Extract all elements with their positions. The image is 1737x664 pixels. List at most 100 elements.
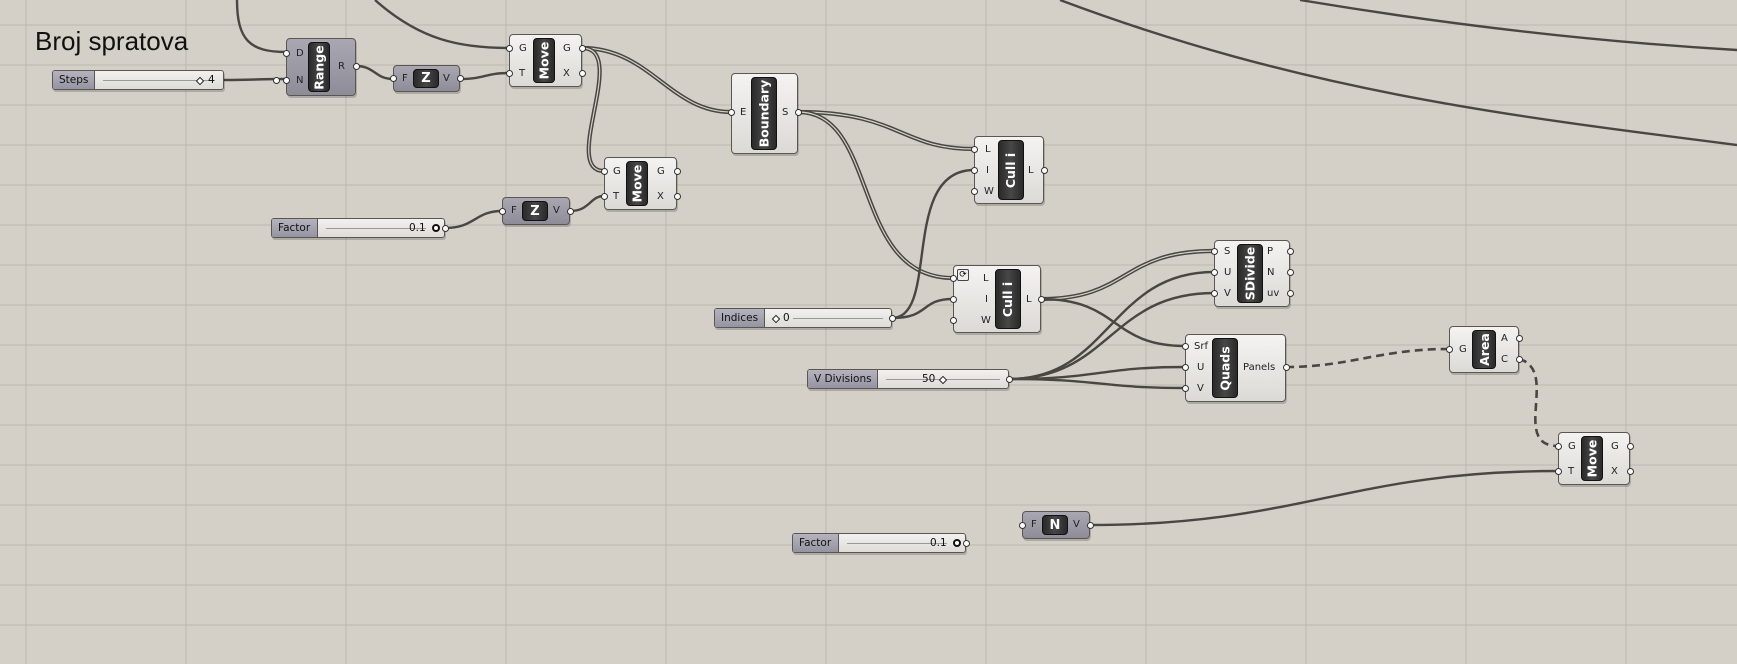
input-grip[interactable]	[283, 77, 290, 84]
component-core: Move	[1581, 436, 1603, 481]
output-grip[interactable]	[1038, 296, 1045, 303]
input-t: T	[1568, 466, 1575, 477]
output-grip[interactable]	[674, 168, 681, 175]
input-v: V	[1197, 383, 1204, 394]
input-u: U	[1197, 362, 1205, 373]
output-grip[interactable]	[1041, 167, 1048, 174]
output-grip[interactable]	[1516, 356, 1523, 363]
output-g: G	[657, 166, 665, 177]
output-grip[interactable]	[1087, 522, 1094, 529]
output-grip[interactable]	[579, 45, 586, 52]
input-e: E	[740, 107, 747, 118]
input-l: L	[985, 144, 991, 155]
output-grip[interactable]	[457, 75, 464, 82]
input-grip[interactable]	[971, 188, 978, 195]
input-grip[interactable]	[1555, 468, 1562, 475]
output-grip[interactable]	[1287, 269, 1294, 276]
unit-z-component-2[interactable]: F Z V	[499, 197, 574, 225]
output-grip[interactable]	[1516, 335, 1523, 342]
input-grip[interactable]	[728, 109, 735, 116]
output-v: V	[443, 73, 450, 84]
output-x: X	[563, 68, 570, 79]
output-grip[interactable]	[567, 208, 574, 215]
steps-slider[interactable]: Steps 4	[52, 70, 280, 90]
input-grip[interactable]	[950, 317, 957, 324]
input-grip[interactable]	[506, 70, 513, 77]
output-c: C	[1501, 354, 1508, 365]
input-grip[interactable]	[1211, 248, 1218, 255]
move-component-1[interactable]: G T Move G X	[506, 34, 586, 87]
input-grip[interactable]	[499, 208, 506, 215]
output-v: V	[1073, 519, 1080, 530]
output-g: G	[563, 43, 571, 54]
input-grip[interactable]	[950, 296, 957, 303]
input-f: F	[402, 73, 408, 84]
input-grip[interactable]	[1211, 290, 1218, 297]
indices-slider[interactable]: Indices 0	[714, 308, 896, 328]
input-grip[interactable]	[1182, 343, 1189, 350]
output-grip[interactable]	[1287, 248, 1294, 255]
component-core: Z	[413, 69, 439, 88]
input-grip[interactable]	[601, 193, 608, 200]
input-v: V	[1224, 288, 1231, 299]
input-f: F	[511, 205, 517, 216]
boundary-component[interactable]: E Boundary S	[728, 73, 802, 154]
output-p: P	[1267, 246, 1274, 257]
factor-slider-2[interactable]: Factor 0.1	[792, 533, 970, 553]
cull-index-component-2[interactable]: ⟳ L I W Cull i L	[950, 265, 1045, 333]
input-grip[interactable]	[950, 275, 957, 282]
slider-handle[interactable]	[938, 375, 948, 385]
move-component-2[interactable]: G T Move G X	[601, 157, 681, 210]
input-grip[interactable]	[390, 75, 397, 82]
unit-n-component[interactable]: F N V	[1019, 511, 1094, 539]
output-grip[interactable]	[579, 70, 586, 77]
output-grip[interactable]	[1627, 443, 1634, 450]
output-grip[interactable]	[1283, 364, 1290, 371]
input-grip[interactable]	[283, 50, 290, 57]
range-component[interactable]: D N Range R	[283, 38, 360, 96]
component-core: N	[1042, 515, 1068, 535]
sdivide-component[interactable]: S U V SDivide P N uv	[1211, 240, 1294, 307]
output-grip[interactable]	[963, 540, 970, 547]
component-core: Move	[626, 161, 648, 206]
input-grip[interactable]	[1182, 364, 1189, 371]
v-divisions-slider[interactable]: V Divisions 50	[807, 369, 1013, 389]
output-grip[interactable]	[1006, 376, 1013, 383]
input-grip[interactable]	[1446, 346, 1453, 353]
move-component-3[interactable]: G T Move G X	[1555, 432, 1634, 485]
input-grip[interactable]	[1182, 385, 1189, 392]
input-grip[interactable]	[601, 168, 608, 175]
input-grip[interactable]	[506, 45, 513, 52]
factor-slider-1[interactable]: Factor 0.1	[271, 218, 449, 238]
slider-handle[interactable]	[432, 224, 440, 232]
input-g: G	[613, 166, 621, 177]
cull-index-component-1[interactable]: L I W Cull i L	[971, 136, 1048, 204]
output-grip[interactable]	[442, 225, 449, 232]
slider-label: Factor	[272, 219, 318, 237]
input-grip[interactable]	[1211, 269, 1218, 276]
input-grip[interactable]	[1019, 522, 1026, 529]
output-grip[interactable]	[889, 315, 896, 322]
output-grip[interactable]	[795, 109, 802, 116]
slider-handle[interactable]	[771, 314, 781, 324]
output-grip[interactable]	[674, 193, 681, 200]
component-core: Boundary	[751, 77, 777, 150]
input-grip[interactable]	[971, 167, 978, 174]
slider-label: V Divisions	[808, 370, 878, 388]
input-grip[interactable]	[971, 146, 978, 153]
output-grip[interactable]	[1287, 290, 1294, 297]
output-grip[interactable]	[1627, 468, 1634, 475]
slider-handle[interactable]	[195, 76, 205, 86]
input-t: T	[519, 68, 526, 79]
output-grip[interactable]	[353, 63, 360, 70]
input-grip[interactable]	[1555, 443, 1562, 450]
area-component[interactable]: G Area A C	[1446, 326, 1523, 373]
slider-handle[interactable]	[953, 539, 961, 547]
input-g: G	[1568, 441, 1576, 452]
quads-component[interactable]: Srf U V Quads Panels	[1182, 334, 1290, 402]
reference-icon: ⟳	[957, 269, 969, 281]
component-core: Quads	[1212, 338, 1238, 398]
output-grip[interactable]	[273, 77, 280, 84]
component-core: Move	[533, 38, 555, 83]
unit-z-component-1[interactable]: F Z V	[390, 65, 464, 92]
